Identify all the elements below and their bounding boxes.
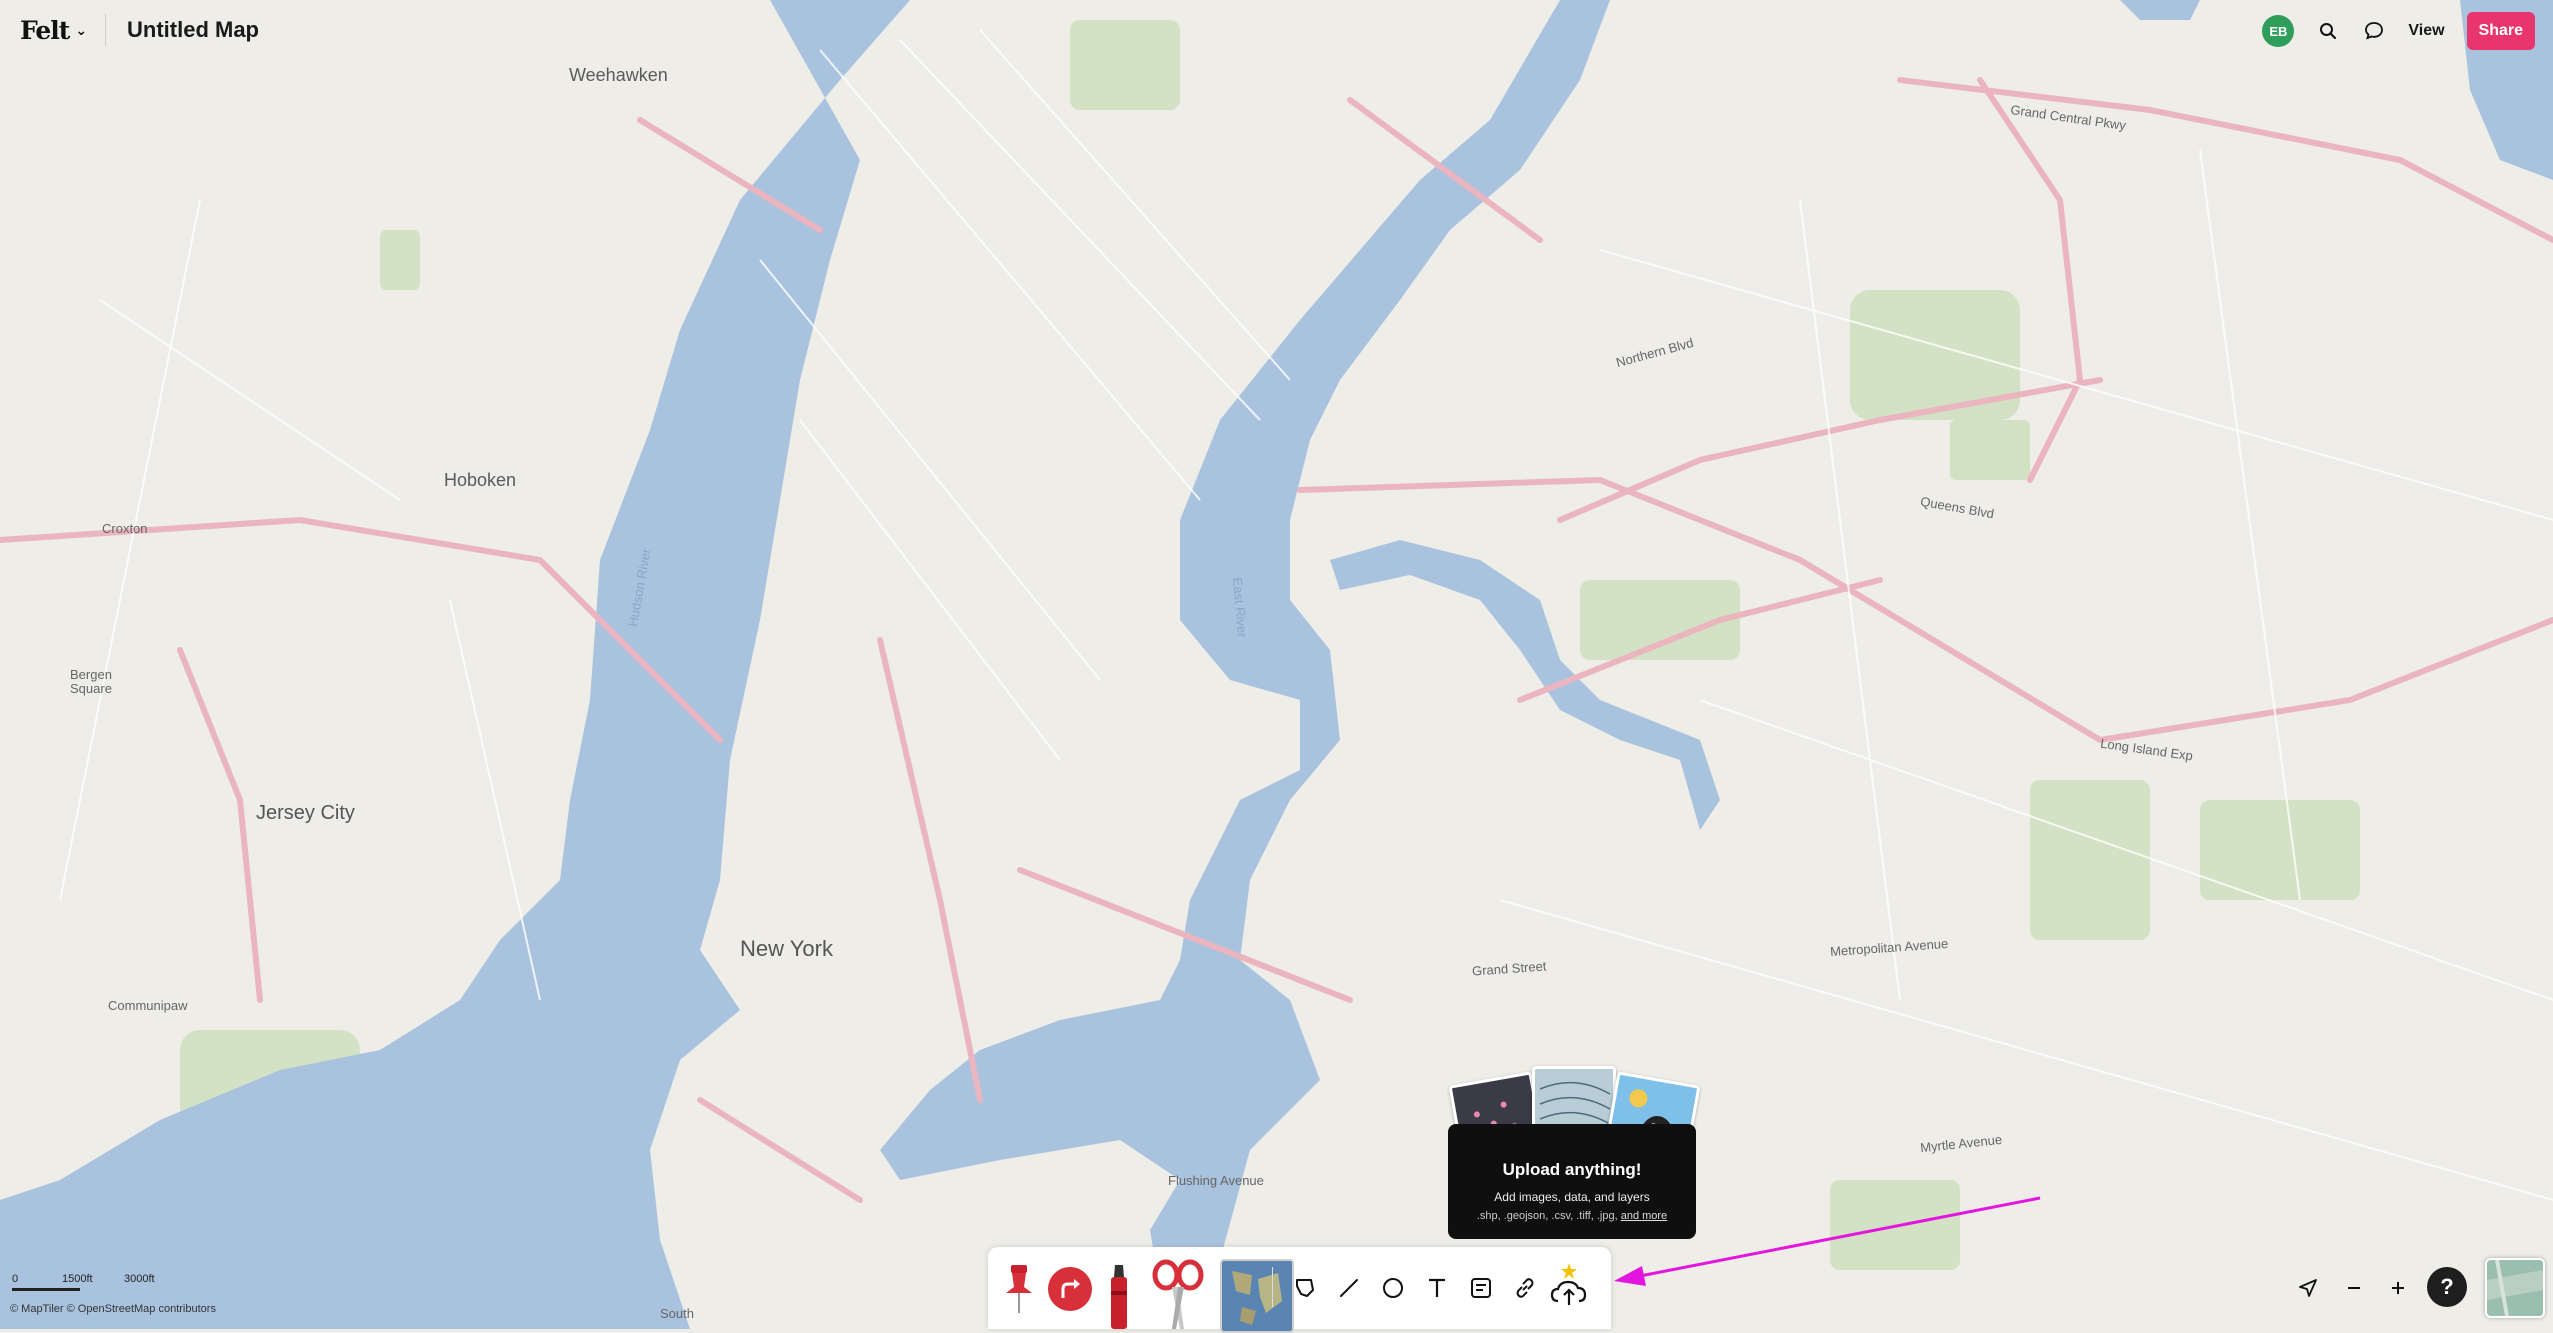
basemap-switcher[interactable] xyxy=(2485,1258,2545,1318)
help-button[interactable]: ? xyxy=(2427,1267,2467,1307)
text-tool[interactable] xyxy=(1422,1273,1452,1303)
basemap-tool[interactable] xyxy=(1220,1259,1294,1333)
line-tool[interactable] xyxy=(1334,1273,1364,1303)
upload-tool[interactable] xyxy=(1548,1259,1590,1313)
scale-mid: 1500ft xyxy=(62,1273,93,1285)
lasso-tool[interactable] xyxy=(1290,1273,1320,1303)
route-tool[interactable] xyxy=(1048,1267,1092,1311)
toolbar-divider xyxy=(1272,1267,1273,1307)
drawing-toolbar xyxy=(988,1247,1611,1333)
circle-tool[interactable] xyxy=(1378,1273,1408,1303)
zoom-out-button[interactable] xyxy=(2340,1274,2368,1302)
zoom-in-button[interactable] xyxy=(2384,1274,2412,1302)
note-tool[interactable] xyxy=(1466,1273,1496,1303)
annotation-arrow xyxy=(1614,1196,2041,1286)
scale-end: 3000ft xyxy=(124,1273,155,1285)
link-tool[interactable] xyxy=(1510,1273,1540,1303)
map-attribution[interactable]: © MapTiler © OpenStreetMap contributors xyxy=(10,1303,216,1315)
marker-tool[interactable] xyxy=(1104,1259,1134,1329)
locate-icon[interactable] xyxy=(2294,1274,2322,1302)
scissors-tool[interactable] xyxy=(1150,1257,1206,1329)
scale-zero: 0 xyxy=(12,1273,19,1285)
scale-line xyxy=(12,1288,80,1291)
pin-tool[interactable] xyxy=(1002,1261,1036,1317)
